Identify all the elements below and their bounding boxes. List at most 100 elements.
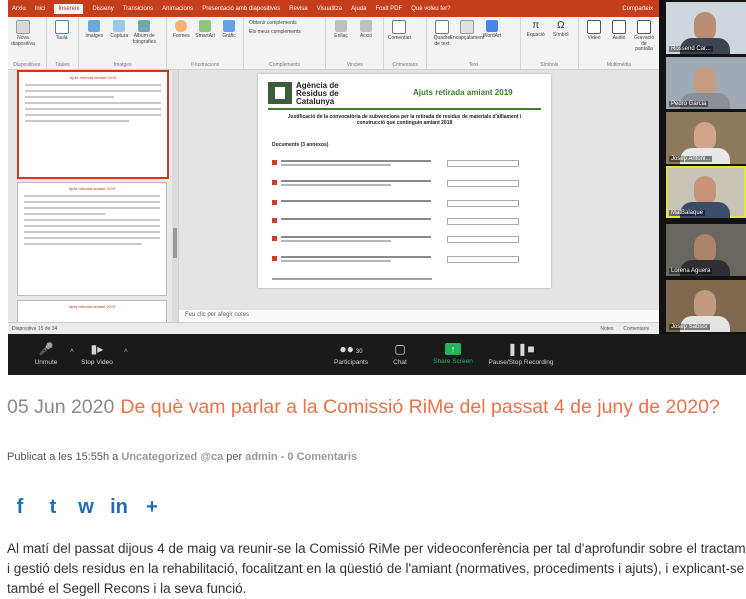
title-divider xyxy=(268,108,541,110)
share-screen-icon: ↑ xyxy=(445,343,461,355)
video-camera-icon: ▮▸ xyxy=(90,342,104,356)
avatar xyxy=(694,234,716,262)
tab-revisa[interactable]: Revisa xyxy=(289,6,307,12)
chevron-up-icon[interactable]: ˄ xyxy=(70,348,74,355)
avatar xyxy=(694,12,716,40)
share-ribbon-button[interactable]: Comparteix xyxy=(622,6,659,12)
slide-heading: Justificació de la convocatòria de subve… xyxy=(287,114,522,126)
slide-canvas: Agència de Residus de Catalunya Ajuts re… xyxy=(179,70,659,310)
tab-ajuda[interactable]: Ajuda xyxy=(351,6,366,12)
participants-button[interactable]: ●● 30 Participants xyxy=(330,342,372,366)
ribbon-tabs: Arxiu Inici Insereix Disseny Transicions… xyxy=(8,0,659,17)
participant-video-tile[interactable]: Josep Sabsor xyxy=(666,280,746,332)
tell-me-search[interactable]: Què voleu fer? xyxy=(411,6,450,12)
category-link[interactable]: Uncategorized @ca xyxy=(121,451,223,463)
document-row xyxy=(272,236,526,246)
participant-video-tile[interactable]: Lorena Aguera xyxy=(666,224,746,276)
ribbon-group-simbols: π Equació Ω Símbol Símbols xyxy=(521,17,579,69)
ribbon-group-illustracions: Formes SmartArt Gràfic Il·lustracions xyxy=(167,17,245,69)
whatsapp-share-button[interactable]: w xyxy=(74,494,98,521)
linkedin-icon: in xyxy=(110,496,128,518)
participant-video-tile[interactable]: Josep Antoni... xyxy=(666,112,746,164)
tab-visualitza[interactable]: Visualitza xyxy=(317,6,343,12)
slide-thumbnail[interactable]: Ajuts retirada amiant 2019 xyxy=(17,300,167,324)
participant-gallery: Rossend Car... Pedro Garcia Josep Antoni… xyxy=(664,0,746,334)
shared-powerpoint-window: Arxiu Inici Insereix Disseny Transicions… xyxy=(8,0,659,334)
ppt-status-bar: Diapositiva 15 de 34 Notes Comentaris xyxy=(8,322,659,334)
get-addins-button[interactable]: Obtenir complements xyxy=(249,20,320,26)
comments-link[interactable]: 0 Comentaris xyxy=(287,451,357,463)
unmute-button[interactable]: 🎤 Unmute ˄ xyxy=(28,342,74,366)
participant-count: 30 xyxy=(355,349,363,355)
facebook-share-button[interactable]: f xyxy=(8,494,32,521)
ribbon-group-multimedia: Vídeo Àudio Gravació de pantalla Multimè… xyxy=(579,17,659,69)
participant-video-tile[interactable]: MatBalaque xyxy=(666,166,746,218)
slide-thumbnail[interactable]: Ajuts retirada amiant 2019 xyxy=(17,70,169,179)
my-addins-button[interactable]: Els meus complements xyxy=(249,29,320,35)
post-date: 05 Jun 2020 xyxy=(7,396,115,418)
ribbon-group-text: Quadre de text Encapçalament WordArt Tex… xyxy=(427,17,521,69)
tab-animacions[interactable]: Animacions xyxy=(162,6,193,12)
share-more-button[interactable]: + xyxy=(140,494,164,521)
slide-title: Ajuts retirada amiant 2019 xyxy=(413,88,513,97)
participant-video-tile[interactable]: Rossend Car... xyxy=(666,2,746,54)
post-meta: Publicat a les 15:55h a Uncategorized @c… xyxy=(7,451,358,463)
participant-name: Josep Antoni... xyxy=(669,156,713,162)
share-plus-icon: + xyxy=(146,496,158,518)
participant-name: Lorena Aguera xyxy=(669,268,713,274)
tab-inici[interactable]: Inici xyxy=(35,6,46,12)
document-row xyxy=(272,200,526,210)
slide-thumbnail[interactable]: Ajuts retirada amiant 2019 xyxy=(17,182,167,296)
twitter-icon: t xyxy=(49,496,57,518)
document-row xyxy=(272,180,526,190)
linkedin-share-button[interactable]: in xyxy=(107,494,131,521)
slide-counter: Diapositiva 15 de 34 xyxy=(12,325,58,332)
thumbnail-scrollbar[interactable] xyxy=(172,70,178,323)
ribbon-group-diapositives: Nova diapositiva Diapositives xyxy=(8,17,47,69)
current-slide[interactable]: Agència de Residus de Catalunya Ajuts re… xyxy=(258,74,551,288)
slide-footnote xyxy=(272,278,432,280)
ribbon-group-comentaris: Comentari Comentaris xyxy=(384,17,427,69)
tab-transicions[interactable]: Transicions xyxy=(123,6,153,12)
tab-foxit[interactable]: Foxit PDF xyxy=(376,6,403,12)
post-title-text[interactable]: De què vam parlar a la Comissió RiMe del… xyxy=(120,396,719,418)
twitter-share-button[interactable]: t xyxy=(41,494,65,521)
chevron-up-icon[interactable]: ˄ xyxy=(124,348,128,355)
social-share-buttons: f t w in + xyxy=(8,494,164,521)
avatar xyxy=(694,67,716,95)
pause-stop-recording-button[interactable]: ❚❚■ Pause/Stop Recording xyxy=(484,342,558,366)
pause-stop-icon: ❚❚■ xyxy=(507,342,535,356)
participant-name: Josep Sabsor xyxy=(669,324,710,330)
ribbon-group-complements: Obtenir complements Els meus complements… xyxy=(244,17,327,69)
ribbon-group-taules: Taula Taules xyxy=(47,17,80,69)
zoom-control-bar: 🎤 Unmute ˄ ▮▸ Stop Video ˄ ●● 30 Particip… xyxy=(8,334,746,375)
participant-video-tile[interactable]: Pedro Garcia xyxy=(666,57,746,109)
tab-insereix[interactable]: Insereix xyxy=(54,3,84,14)
comments-toggle[interactable]: Comentaris xyxy=(623,326,649,332)
ribbon-group-vincles: Enllaç Acció Vincles xyxy=(326,17,385,69)
avatar xyxy=(694,176,716,204)
video-call-screenshot: Arxiu Inici Insereix Disseny Transicions… xyxy=(8,0,746,375)
tab-disseny[interactable]: Disseny xyxy=(92,6,113,12)
tab-arxiu[interactable]: Arxiu xyxy=(12,6,26,12)
slide-thumbnail-pane[interactable]: Ajuts retirada amiant 2019 Ajuts retirad… xyxy=(8,70,179,324)
avatar xyxy=(694,122,716,150)
whatsapp-icon: w xyxy=(78,496,94,518)
participant-name: Rossend Car... xyxy=(669,46,713,52)
omega-icon: Ω xyxy=(556,20,565,31)
ribbon-group-imatges: Imatges Captura Àlbum de fotografies Ima… xyxy=(79,17,168,69)
post-title[interactable]: 05 Jun 2020 De què vam parlar a la Comiss… xyxy=(7,394,746,421)
document-row xyxy=(272,256,526,266)
author-link[interactable]: admin xyxy=(245,451,277,463)
chat-button[interactable]: ▢ Chat xyxy=(388,342,412,366)
document-row xyxy=(272,160,526,170)
ppt-workspace: Ajuts retirada amiant 2019 Ajuts retirad… xyxy=(8,70,659,334)
tab-presentacio[interactable]: Presentació amb diapositives xyxy=(202,6,280,12)
chat-bubble-icon: ▢ xyxy=(394,342,406,356)
share-screen-button[interactable]: ↑ Share Screen xyxy=(429,342,477,365)
stop-video-button[interactable]: ▮▸ Stop Video ˄ xyxy=(76,342,128,366)
avatar xyxy=(694,290,716,318)
agency-logo xyxy=(268,82,292,104)
notes-toggle[interactable]: Notes xyxy=(600,326,613,332)
participants-icon: ●● 30 xyxy=(339,342,363,356)
